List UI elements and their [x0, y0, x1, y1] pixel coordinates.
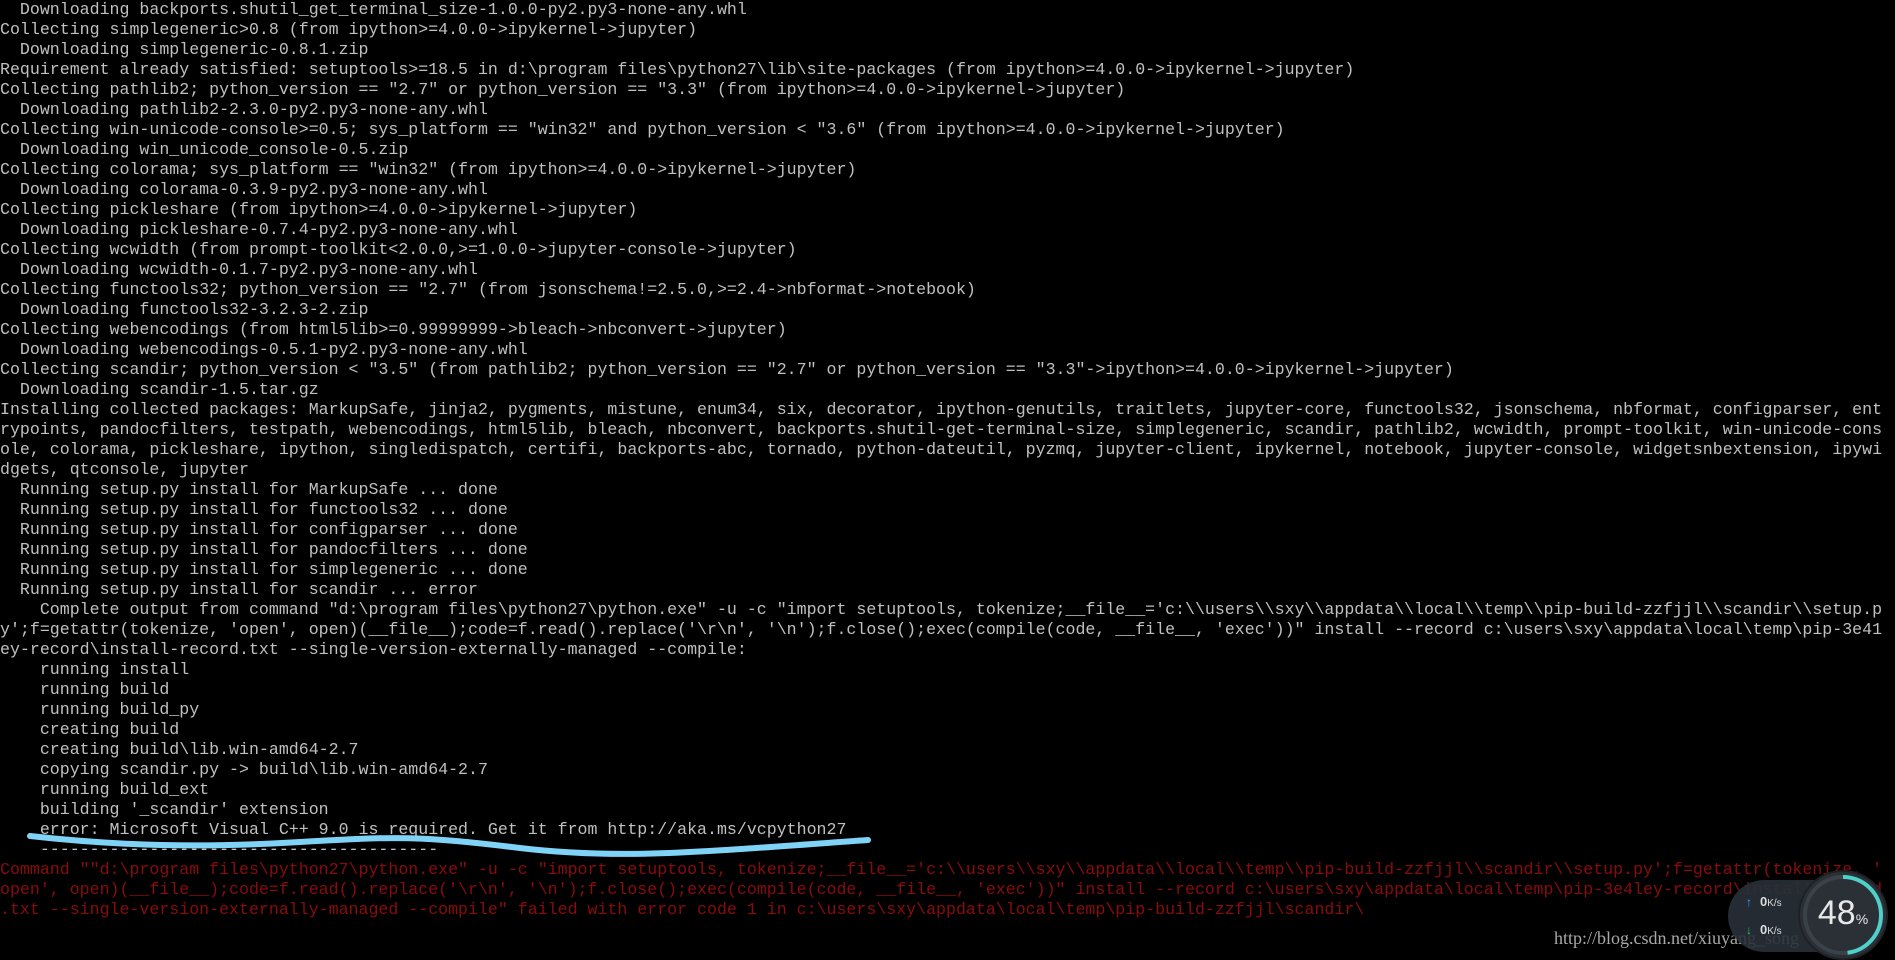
gauge-percent-sign: % [1855, 911, 1869, 927]
upload-arrow-icon: ↑ [1746, 895, 1752, 909]
download-speed: ↓ 0K/s [1746, 922, 1782, 937]
network-speed-widget[interactable]: ↑ 0K/s ↓ 0K/s 48% [1728, 872, 1888, 958]
upload-speed: ↑ 0K/s [1746, 894, 1782, 909]
highlight-underline-annotation [27, 833, 871, 857]
download-speed-unit: K/s [1767, 926, 1782, 937]
gauge-percent: 48% [1800, 894, 1886, 933]
gauge-percent-value: 48 [1817, 894, 1856, 932]
memory-usage-gauge[interactable]: 48% [1800, 872, 1886, 958]
download-arrow-icon: ↓ [1746, 923, 1752, 937]
upload-speed-unit: K/s [1767, 898, 1782, 909]
